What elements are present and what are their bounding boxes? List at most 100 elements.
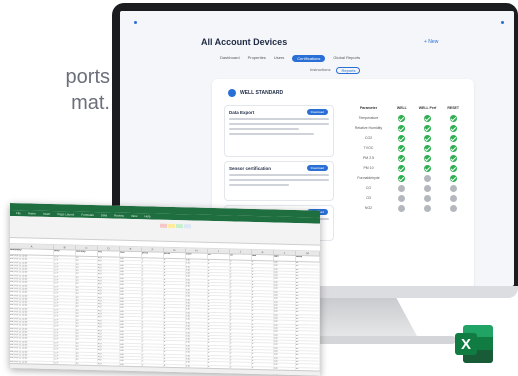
excel-logo-x: X xyxy=(455,333,477,355)
grid-row: PM 2.5 xyxy=(348,153,466,163)
grid-row-label: Relative Humidity xyxy=(354,126,383,130)
app-top-bar xyxy=(134,21,504,25)
ribbon-tab[interactable]: Insert xyxy=(43,212,51,216)
column-letter[interactable]: I xyxy=(208,248,230,254)
header-cell[interactable]: o3 xyxy=(230,254,252,260)
column-letter[interactable]: G xyxy=(164,247,186,253)
check-icon xyxy=(398,134,406,142)
style-swatch[interactable] xyxy=(176,224,183,229)
headline-line-2: mat. xyxy=(71,92,110,114)
subnav-item[interactable]: Instructions xyxy=(310,67,330,74)
excel-logo: X xyxy=(455,325,493,363)
sheet-body: 2021-03-15 10:00 22.0 45 410 180 5 9 0.01 0 0 0 300… xyxy=(10,255,320,375)
grid-row-label: Temperature xyxy=(358,116,379,120)
header-cell[interactable]: timestamp xyxy=(10,249,54,256)
logo-dot xyxy=(134,21,137,24)
nav-item[interactable]: Dashboard xyxy=(220,55,240,62)
na-icon xyxy=(424,174,432,182)
text-line xyxy=(229,123,329,125)
ribbon-tab[interactable]: Review xyxy=(114,214,124,218)
ribbon-tab[interactable]: Help xyxy=(144,214,150,218)
text-line xyxy=(229,128,299,130)
nav-item[interactable]: Certifications xyxy=(292,55,326,62)
grid-cell xyxy=(389,184,415,192)
grid-cell xyxy=(440,124,466,132)
check-icon xyxy=(449,154,457,162)
header-cell[interactable]: no2 xyxy=(252,254,274,261)
header-cell[interactable]: temp xyxy=(54,250,76,256)
nav-item[interactable]: Properties xyxy=(248,55,266,62)
grid-row: PM 10 xyxy=(348,163,466,173)
column-letter[interactable]: D xyxy=(98,246,120,251)
header-cell[interactable]: light xyxy=(274,255,296,261)
grid-cell xyxy=(440,114,466,122)
headline-line-1: ports xyxy=(65,66,110,88)
header-cell[interactable]: tvoc xyxy=(120,251,142,258)
check-icon xyxy=(424,154,432,162)
user-dot[interactable] xyxy=(501,21,504,24)
grid-cell xyxy=(415,194,441,202)
grid-cell xyxy=(440,204,466,212)
check-icon xyxy=(398,164,406,172)
column-letter[interactable]: F xyxy=(142,247,164,252)
grid-row-label: NO2 xyxy=(364,206,373,210)
column-letter[interactable]: E xyxy=(120,246,142,252)
na-icon xyxy=(424,204,432,212)
na-icon xyxy=(449,184,457,192)
card-download-button[interactable]: Download xyxy=(306,109,328,115)
card-data-export: Data Export Download xyxy=(224,105,334,157)
ribbon-tab[interactable]: Page Layout xyxy=(57,212,74,216)
check-icon xyxy=(449,144,457,152)
headline: ports mat. xyxy=(0,64,110,116)
column-letter[interactable]: L xyxy=(274,250,296,255)
header-cell[interactable]: pm25 xyxy=(142,252,164,258)
grid-cell xyxy=(415,144,441,152)
style-swatch[interactable] xyxy=(168,223,175,229)
check-icon xyxy=(424,144,432,152)
column-letter[interactable]: B xyxy=(54,245,76,250)
style-swatch[interactable] xyxy=(184,224,191,229)
grid-cell xyxy=(440,184,466,192)
grid-row-label: PM 2.5 xyxy=(362,156,375,160)
column-letter[interactable]: J xyxy=(230,249,252,254)
grid-cell xyxy=(389,194,415,202)
ribbon-tab[interactable]: Formulas xyxy=(81,213,94,217)
header-cell[interactable]: co2 xyxy=(98,251,120,257)
ribbon-tab[interactable]: Home xyxy=(28,211,36,215)
ribbon-tab[interactable]: View xyxy=(131,214,137,218)
card-sensor-certification: Sensor certification Download xyxy=(224,161,334,201)
nav-item[interactable]: Users xyxy=(274,55,284,62)
grid-cell xyxy=(440,144,466,152)
header-cell[interactable]: co xyxy=(208,253,230,260)
sub-nav: Instructions Reports xyxy=(310,67,361,74)
ribbon-tab[interactable]: File xyxy=(16,211,21,215)
column-letter[interactable]: C xyxy=(76,245,98,251)
check-icon xyxy=(449,164,457,172)
check-icon xyxy=(398,144,406,152)
new-button[interactable]: + New xyxy=(424,39,438,45)
grid-column-header: WELL xyxy=(396,106,407,110)
grid-cell xyxy=(415,204,441,212)
column-letter[interactable]: H xyxy=(186,248,208,253)
nav-item[interactable]: Global Reports xyxy=(333,55,360,62)
column-letter[interactable]: M xyxy=(296,250,320,256)
header-cell[interactable]: noise xyxy=(296,255,320,262)
subnav-item[interactable]: Reports xyxy=(336,67,361,74)
grid-row: Formaldehyde xyxy=(348,173,466,183)
header-cell[interactable]: humidity xyxy=(76,250,98,257)
header-cell[interactable]: pm10 xyxy=(164,252,186,259)
card-download-button[interactable]: Download xyxy=(306,165,328,171)
grid-cell xyxy=(389,124,415,132)
grid-row-label: PM 10 xyxy=(363,166,374,170)
na-icon xyxy=(398,184,406,192)
na-icon xyxy=(449,194,457,202)
header-cell[interactable]: ch2o xyxy=(186,253,208,259)
grid-cell xyxy=(415,164,441,172)
grid-cell xyxy=(389,204,415,212)
text-line xyxy=(229,118,329,120)
standard-icon xyxy=(228,89,236,97)
style-swatch[interactable] xyxy=(160,223,167,228)
column-letter[interactable]: K xyxy=(252,249,274,255)
na-icon xyxy=(398,194,406,202)
ribbon-tab[interactable]: Data xyxy=(101,213,107,217)
